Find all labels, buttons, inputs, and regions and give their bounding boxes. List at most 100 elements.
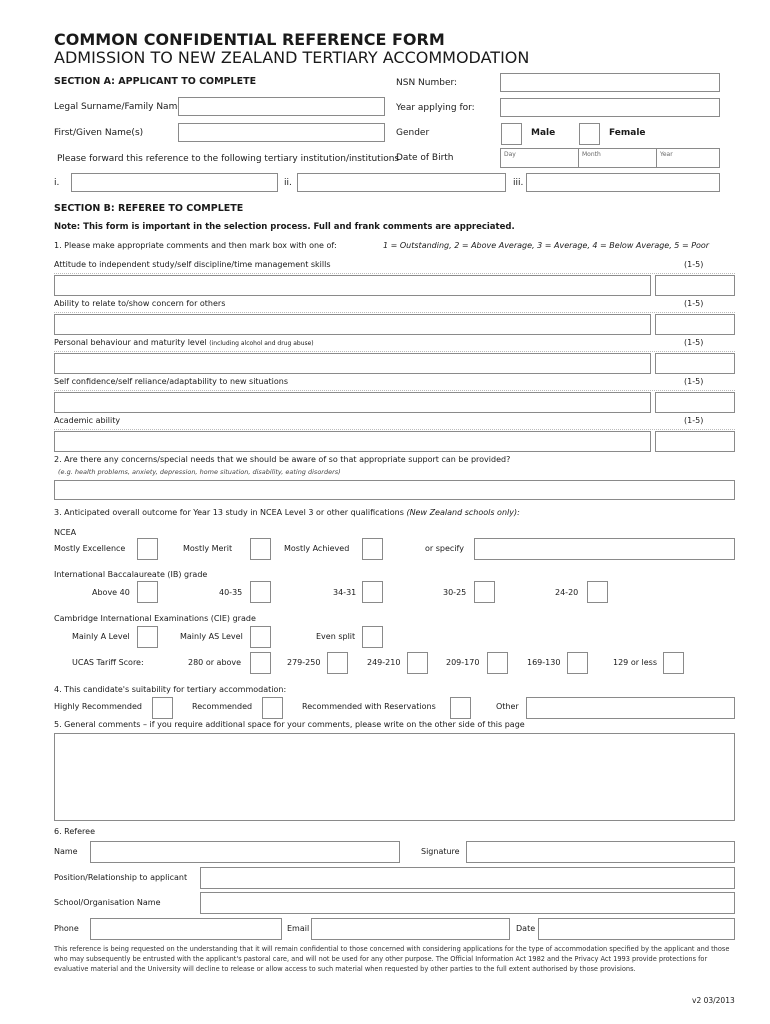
referee-name-field[interactable] [90, 841, 400, 863]
ib-34-31-checkbox[interactable] [362, 581, 383, 603]
criterion-comment-field[interactable] [54, 314, 651, 335]
ncea-excellence-checkbox[interactable] [137, 538, 158, 560]
q4-option-label: Highly Recommended [54, 702, 142, 711]
ucas-280-checkbox[interactable] [250, 652, 271, 674]
male-checkbox[interactable] [501, 123, 522, 145]
female-label: Female [609, 128, 646, 138]
criterion-label: Self confidence/self reliance/adaptabili… [54, 378, 288, 386]
school-field[interactable] [200, 892, 735, 914]
q1-label: 1. Please make appropriate comments and … [54, 241, 337, 250]
ib-30-25-checkbox[interactable] [474, 581, 495, 603]
position-field[interactable] [200, 867, 735, 889]
rating-scale-label: (1-5) [684, 338, 704, 347]
cie-option-label: Mainly A Level [72, 632, 130, 641]
criterion-label: Attitude to independent study/self disci… [54, 261, 331, 269]
criterion-comment-field[interactable] [54, 431, 651, 452]
ncea-specify-field[interactable] [474, 538, 735, 560]
criterion-rating-field[interactable] [655, 314, 735, 335]
ucas-249-210-checkbox[interactable] [407, 652, 428, 674]
divider [54, 312, 735, 313]
email-field[interactable] [311, 918, 510, 940]
version-label: v2 03/2013 [692, 996, 735, 1005]
email-label: Email [287, 924, 310, 933]
ucas-169-130-checkbox[interactable] [567, 652, 588, 674]
q3-note: (New Zealand schools only): [406, 508, 520, 517]
ib-24-20-checkbox[interactable] [587, 581, 608, 603]
ib-above-40-checkbox[interactable] [137, 581, 158, 603]
q4-other-field[interactable] [526, 697, 735, 719]
year-applying-label: Year applying for: [396, 103, 475, 113]
cie-even-split-checkbox[interactable] [362, 626, 383, 648]
recommended-checkbox[interactable] [262, 697, 283, 719]
dob-day-label: Day [504, 151, 516, 158]
dob-day-field[interactable]: Day [500, 148, 579, 168]
ucas-279-250-checkbox[interactable] [327, 652, 348, 674]
female-checkbox[interactable] [579, 123, 600, 145]
criterion-rating-field[interactable] [655, 353, 735, 374]
dob-year-label: Year [660, 151, 673, 158]
ncea-option-label: Mostly Merit [183, 544, 233, 553]
criterion-comment-field[interactable] [54, 275, 651, 296]
ncea-option-label: Mostly Achieved [284, 544, 350, 553]
q2-hint: (e.g. health problems, anxiety, depressi… [58, 468, 341, 476]
cie-option-label: Mainly AS Level [180, 632, 243, 641]
criterion-label: Academic ability [54, 417, 120, 425]
criterion-rating-field[interactable] [655, 275, 735, 296]
rating-scale-label: (1-5) [684, 260, 704, 269]
surname-field[interactable] [178, 97, 385, 116]
phone-field[interactable] [90, 918, 282, 940]
ucas-129-less-checkbox[interactable] [663, 652, 684, 674]
highly-recommended-checkbox[interactable] [152, 697, 173, 719]
divider [54, 429, 735, 430]
dob-month-field[interactable]: Month [578, 148, 657, 168]
ucas-option-label: 279-250 [287, 658, 321, 667]
forward-label: Please forward this reference to the fol… [57, 154, 400, 164]
rating-scale-label: (1-5) [684, 299, 704, 308]
institution-3-field[interactable] [526, 173, 720, 192]
criterion-comment-field[interactable] [54, 353, 651, 374]
surname-label: Legal Surname/Family Name [54, 102, 183, 112]
ib-option-label: 24-20 [555, 588, 579, 597]
ib-option-label: 40-35 [219, 588, 243, 597]
dob-year-field[interactable]: Year [656, 148, 720, 168]
q1-scale: 1 = Outstanding, 2 = Above Average, 3 = … [383, 241, 710, 250]
criterion-comment-field[interactable] [54, 392, 651, 413]
cie-a-level-checkbox[interactable] [137, 626, 158, 648]
concerns-field[interactable] [54, 480, 735, 500]
signature-field[interactable] [466, 841, 735, 863]
date-field[interactable] [538, 918, 735, 940]
ib-option-label: Above 40 [92, 588, 130, 597]
ncea-achieved-checkbox[interactable] [362, 538, 383, 560]
q4-label: 4. This candidate's suitability for tert… [54, 685, 287, 694]
recommended-reservations-checkbox[interactable] [450, 697, 471, 719]
q4-other-label: Other [496, 702, 519, 711]
school-label: School/Organisation Name [54, 898, 161, 907]
cie-as-level-checkbox[interactable] [250, 626, 271, 648]
year-applying-field[interactable] [500, 98, 720, 117]
criterion-rating-field[interactable] [655, 431, 735, 452]
nsn-field[interactable] [500, 73, 720, 92]
q2-label: 2. Are there any concerns/special needs … [54, 455, 511, 464]
institution-2-label: ii. [284, 178, 292, 188]
ib-40-35-checkbox[interactable] [250, 581, 271, 603]
dob-label: Date of Birth [396, 153, 454, 163]
confidentiality-disclaimer: This reference is being requested on the… [54, 945, 730, 973]
ucas-option-label: 249-210 [367, 658, 401, 667]
q3-label: 3. Anticipated overall outcome for Year … [54, 509, 520, 517]
institution-1-field[interactable] [71, 173, 278, 192]
institution-2-field[interactable] [297, 173, 506, 192]
general-comments-field[interactable] [54, 733, 735, 821]
rating-scale-label: (1-5) [684, 377, 704, 386]
section-b-note: Note: This form is important in the sele… [54, 222, 515, 232]
criterion-text: Personal behaviour and maturity level [54, 338, 207, 347]
q5-label: 5. General comments – if you require add… [54, 720, 525, 729]
criterion-rating-field[interactable] [655, 392, 735, 413]
given-name-field[interactable] [178, 123, 385, 142]
signature-label: Signature [421, 847, 460, 856]
ucas-209-170-checkbox[interactable] [487, 652, 508, 674]
cie-heading: Cambridge International Examinations (CI… [54, 614, 256, 623]
ncea-merit-checkbox[interactable] [250, 538, 271, 560]
ib-option-label: 30-25 [443, 588, 467, 597]
date-label: Date [516, 924, 536, 933]
ucas-option-label: 129 or less [613, 658, 658, 667]
